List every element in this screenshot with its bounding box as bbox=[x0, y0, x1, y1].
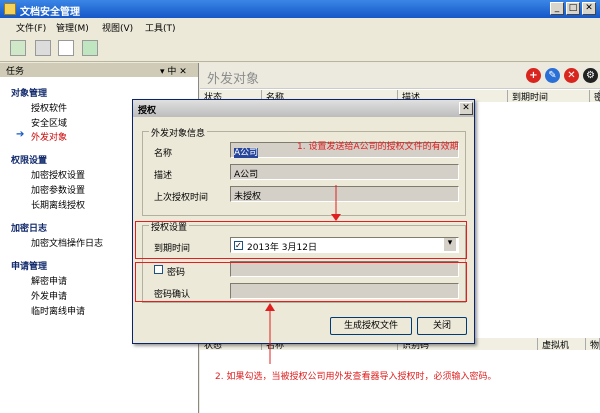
arrow-head-2 bbox=[265, 303, 275, 311]
arrow-head-1 bbox=[331, 214, 341, 221]
annotation-arrows bbox=[265, 185, 341, 364]
